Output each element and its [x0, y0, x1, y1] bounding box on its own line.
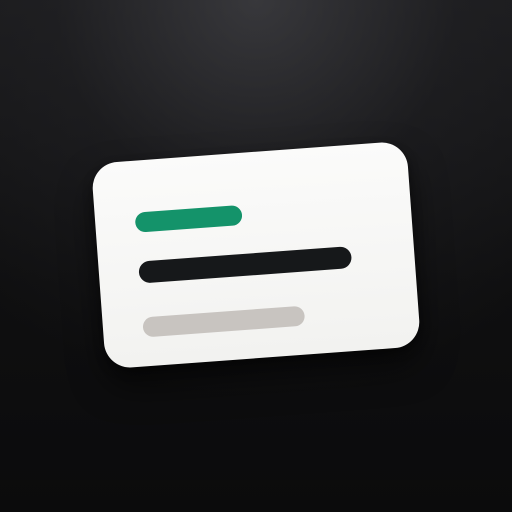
muted-line-icon — [142, 305, 306, 338]
card-icon — [90, 140, 422, 370]
app-icon-background — [0, 0, 512, 512]
accent-line-icon — [134, 204, 243, 233]
dark-line-icon — [138, 246, 353, 284]
